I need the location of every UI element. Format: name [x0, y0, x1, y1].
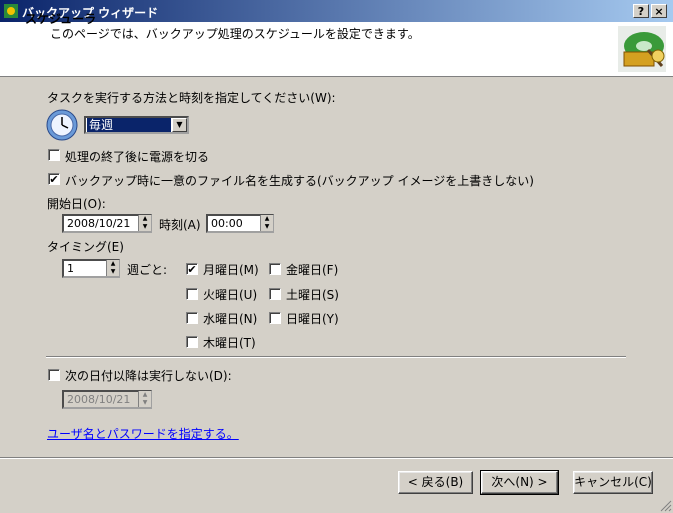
monday-checkbox[interactable]: ✔ — [186, 263, 198, 275]
resize-grip-icon[interactable] — [658, 498, 672, 512]
help-button[interactable]: ? — [633, 4, 649, 18]
monday-label: 月曜日(M) — [203, 263, 259, 277]
credentials-link[interactable]: ユーザ名とパスワードを指定する。 — [47, 425, 239, 442]
end-date-spinner[interactable]: ▲ ▼ — [138, 391, 151, 407]
chevron-down-icon[interactable]: ▼ — [172, 118, 187, 132]
end-date-label: 次の日付以降は実行しない(D): — [65, 369, 232, 383]
clock-icon — [46, 109, 78, 141]
start-date-label: 開始日(O): — [47, 197, 106, 211]
wednesday-label: 水曜日(N) — [203, 312, 258, 326]
app-icon — [4, 4, 18, 18]
unique-filename-checkbox[interactable]: ✔ — [48, 173, 60, 185]
section-divider — [46, 356, 626, 358]
page-subtitle: このページでは、バックアップ処理のスケジュールを設定できます。 — [50, 27, 420, 41]
unique-filename-label: バックアップ時に一意のファイル名を生成する(バックアップ イメージを上書きしない… — [65, 174, 534, 188]
sunday-label: 日曜日(Y) — [286, 312, 339, 326]
timing-label: タイミング(E) — [47, 240, 124, 254]
end-date-checkbox[interactable] — [48, 369, 60, 381]
end-date-value: 2008/10/21 — [67, 393, 131, 406]
sunday-checkbox[interactable] — [269, 312, 281, 324]
power-off-checkbox[interactable] — [48, 149, 60, 161]
every-weeks-label: 週ごと: — [127, 263, 168, 277]
wednesday-checkbox[interactable] — [186, 312, 198, 324]
start-time-label: 時刻(A) — [159, 218, 201, 232]
backup-wizard-icon — [618, 26, 666, 72]
tuesday-label: 火曜日(U) — [203, 288, 258, 302]
cancel-button[interactable]: キャンセル(C) — [573, 471, 653, 494]
frequency-select-value: 毎週 — [87, 118, 171, 132]
friday-label: 金曜日(F) — [286, 263, 339, 277]
thursday-checkbox[interactable] — [186, 336, 198, 348]
task-label: タスクを実行する方法と時刻を指定してください(W): — [47, 91, 336, 105]
tuesday-checkbox[interactable] — [186, 288, 198, 300]
next-button[interactable]: 次へ(N) > — [480, 470, 559, 495]
footer-divider — [0, 457, 673, 459]
thursday-label: 木曜日(T) — [203, 336, 256, 350]
saturday-checkbox[interactable] — [269, 288, 281, 300]
start-date-spinner[interactable]: ▲ ▼ — [138, 215, 151, 231]
weeks-value: 1 — [67, 262, 74, 275]
start-time-spinner[interactable]: ▲ ▼ — [260, 215, 273, 231]
start-time-value: 00:00 — [211, 217, 243, 230]
weeks-spinner[interactable]: ▲ ▼ — [106, 260, 119, 276]
power-off-label: 処理の終了後に電源を切る — [65, 150, 210, 164]
back-button[interactable]: < 戻る(B) — [398, 471, 473, 494]
close-button[interactable]: × — [651, 4, 667, 18]
friday-checkbox[interactable] — [269, 263, 281, 275]
saturday-label: 土曜日(S) — [286, 288, 339, 302]
start-date-value: 2008/10/21 — [67, 217, 131, 230]
